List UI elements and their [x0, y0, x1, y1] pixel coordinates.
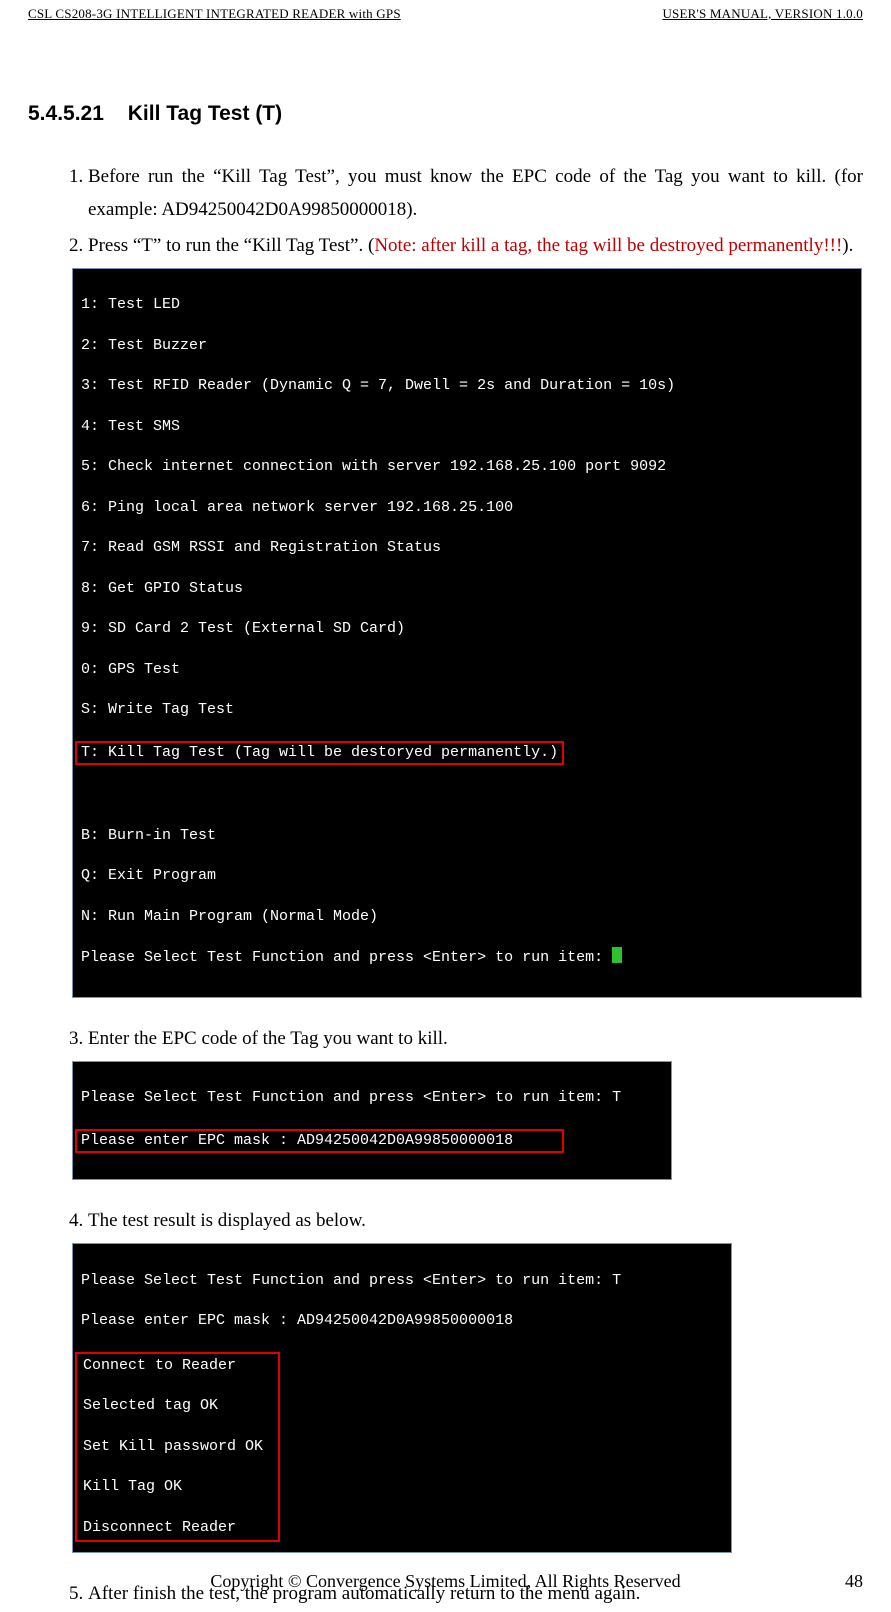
- term3-line: Disconnect Reader: [83, 1518, 272, 1538]
- step-1: Before run the “Kill Tag Test”, you must…: [88, 160, 863, 227]
- header-left: CSL CS208-3G INTELLIGENT INTEGRATED READ…: [28, 6, 401, 22]
- term1-line: 4: Test SMS: [81, 417, 853, 437]
- terminal-screenshot-2: Please Select Test Function and press <E…: [72, 1061, 672, 1180]
- term1-line: Q: Exit Program: [81, 866, 853, 886]
- highlight-kill-tag: T: Kill Tag Test (Tag will be destoryed …: [75, 741, 564, 765]
- term1-line: 6: Ping local area network server 192.16…: [81, 498, 853, 518]
- step-2-text-a: Press “T” to run the “Kill Tag Test”. (: [88, 235, 374, 256]
- step-4: The test result is displayed as below.: [88, 1204, 863, 1237]
- term1-line: 5: Check internet connection with server…: [81, 457, 853, 477]
- term1-line-highlighted: T: Kill Tag Test (Tag will be destoryed …: [81, 741, 853, 765]
- page-footer: Copyright © Convergence Systems Limited,…: [28, 1571, 863, 1592]
- terminal-screenshot-1: 1: Test LED 2: Test Buzzer 3: Test RFID …: [72, 268, 862, 998]
- term1-line: B: Burn-in Test: [81, 826, 853, 846]
- term2-line: Please Select Test Function and press <E…: [81, 1088, 663, 1108]
- section-title-text: Kill Tag Test (T): [128, 102, 282, 126]
- term1-line: S: Write Tag Test: [81, 700, 853, 720]
- term3-line: Please enter EPC mask : AD94250042D0A998…: [81, 1311, 723, 1331]
- term3-line: Please Select Test Function and press <E…: [81, 1271, 723, 1291]
- term2-line-highlighted: Please enter EPC mask : AD94250042D0A998…: [81, 1129, 663, 1153]
- term1-line: [81, 785, 853, 805]
- term3-line: Selected tag OK: [83, 1396, 272, 1416]
- steps-list-cont1: Enter the EPC code of the Tag you want t…: [54, 1022, 863, 1055]
- step-3-text: Enter the EPC code of the Tag you want t…: [88, 1028, 448, 1049]
- step-4-text: The test result is displayed as below.: [88, 1210, 366, 1231]
- footer-copyright: Copyright © Convergence Systems Limited,…: [28, 1571, 863, 1592]
- section-number: 5.4.5.21: [28, 102, 104, 126]
- step-2-text-b: ).: [842, 235, 853, 256]
- term1-line: 9: SD Card 2 Test (External SD Card): [81, 619, 853, 639]
- highlight-result-block: Connect to Reader Selected tag OK Set Ki…: [75, 1352, 280, 1542]
- term1-line: 3: Test RFID Reader (Dynamic Q = 7, Dwel…: [81, 376, 853, 396]
- steps-list-cont2: The test result is displayed as below.: [54, 1204, 863, 1237]
- step-2-note: Note: after kill a tag, the tag will be …: [374, 235, 842, 256]
- term3-line: Connect to Reader: [83, 1356, 272, 1376]
- highlight-epc-input: Please enter EPC mask : AD94250042D0A998…: [75, 1129, 564, 1153]
- term1-line: 7: Read GSM RSSI and Registration Status: [81, 538, 853, 558]
- term3-line: Kill Tag OK: [83, 1477, 272, 1497]
- steps-list: Before run the “Kill Tag Test”, you must…: [54, 160, 863, 262]
- term3-line: Set Kill password OK: [83, 1437, 272, 1457]
- term1-line: 2: Test Buzzer: [81, 336, 853, 356]
- term1-line: 1: Test LED: [81, 295, 853, 315]
- step-1-text: Before run the “Kill Tag Test”, you must…: [88, 166, 863, 220]
- term1-line: 0: GPS Test: [81, 660, 853, 680]
- term1-line: N: Run Main Program (Normal Mode): [81, 907, 853, 927]
- term1-prompt: Please Select Test Function and press <E…: [81, 947, 853, 968]
- terminal-screenshot-3: Please Select Test Function and press <E…: [72, 1243, 732, 1553]
- step-2: Press “T” to run the “Kill Tag Test”. (N…: [88, 229, 863, 262]
- footer-page-number: 48: [845, 1571, 863, 1592]
- page-header: CSL CS208-3G INTELLIGENT INTEGRATED READ…: [28, 0, 863, 24]
- step-3: Enter the EPC code of the Tag you want t…: [88, 1022, 863, 1055]
- section-heading: 5.4.5.21 Kill Tag Test (T): [28, 102, 863, 126]
- page: CSL CS208-3G INTELLIGENT INTEGRATED READ…: [0, 0, 891, 1610]
- header-right: USER'S MANUAL, VERSION 1.0.0: [662, 6, 863, 22]
- cursor-icon: [612, 947, 622, 963]
- term1-line: 8: Get GPIO Status: [81, 579, 853, 599]
